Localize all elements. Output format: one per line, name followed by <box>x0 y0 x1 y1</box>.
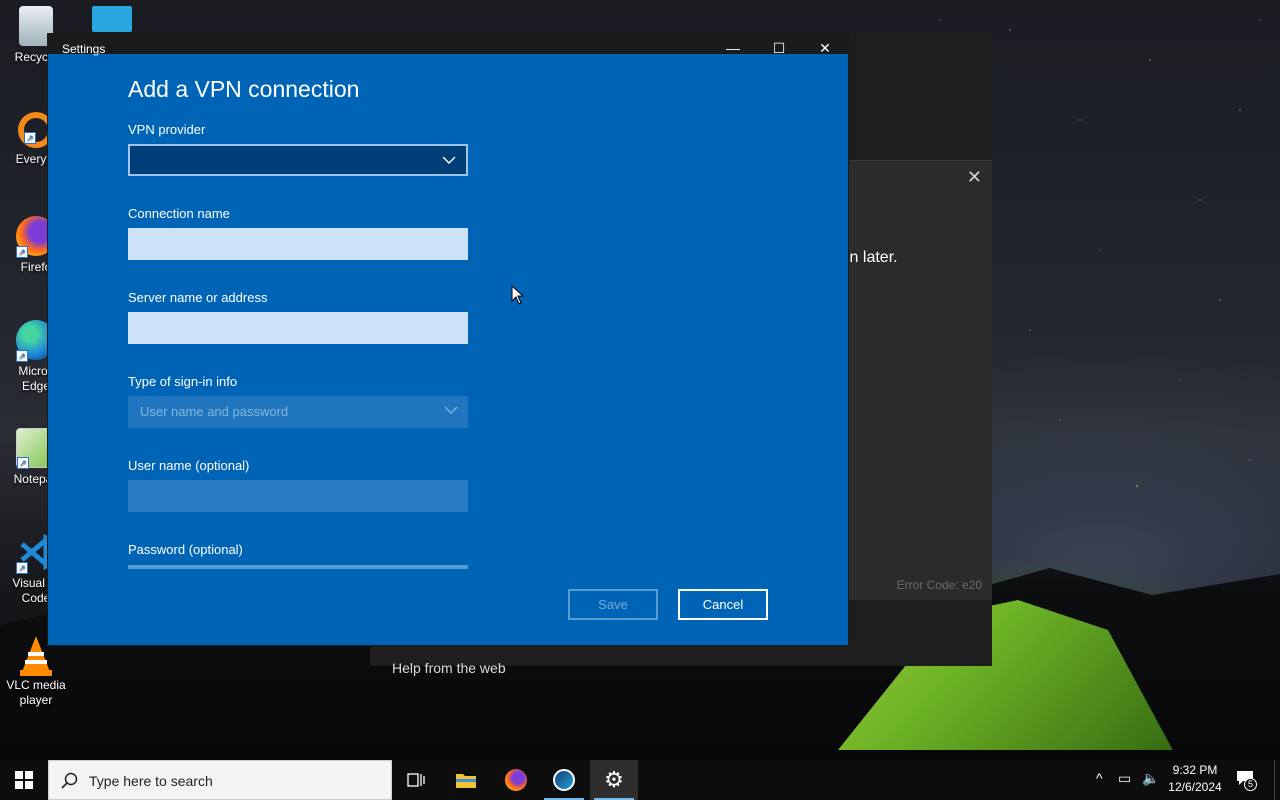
username-input[interactable] <box>128 480 468 512</box>
username-label: User name (optional) <box>128 458 250 473</box>
connection-name-input[interactable] <box>128 228 468 260</box>
search-icon <box>61 772 78 789</box>
password-input[interactable] <box>128 565 468 569</box>
firefox-taskbar-button[interactable] <box>492 760 540 800</box>
shortcut-arrow-icon: ↗ <box>16 246 28 258</box>
shortcut-arrow-icon: ↗ <box>17 457 29 469</box>
connection-name-label: Connection name <box>128 206 230 221</box>
chevron-down-icon <box>442 156 456 164</box>
sign-in-type-label: Type of sign-in info <box>128 374 238 389</box>
gear-icon: ⚙ <box>604 767 624 792</box>
window-title: Settings <box>62 42 106 56</box>
help-link[interactable]: Help from the web <box>392 660 506 676</box>
show-desktop-button[interactable] <box>1274 760 1280 800</box>
taskbar-search-box[interactable]: Type here to search <box>48 760 392 800</box>
taskbar: Type here to search ⚙ ^ ▭ 🔈 9:32 PM 12/6… <box>0 760 1280 800</box>
close-icon[interactable]: ✕ <box>967 167 982 188</box>
search-placeholder: Type here to search <box>89 773 213 789</box>
settings-taskbar-button[interactable]: ⚙ <box>590 760 638 800</box>
server-address-input[interactable] <box>128 312 468 344</box>
sign-in-type-value: User name and password <box>140 404 289 419</box>
chevron-up-icon[interactable]: ^ <box>1096 770 1103 786</box>
settings-window: Settings — ☐ ✕ Add a VPN connection VPN … <box>48 34 848 645</box>
desktop-icon-vlc[interactable]: VLC media player <box>0 634 72 708</box>
vpn-provider-label: VPN provider <box>128 122 206 137</box>
close-button[interactable]: ✕ <box>802 34 848 56</box>
shortcut-arrow-icon: ↗ <box>16 350 28 362</box>
maximize-button[interactable]: ☐ <box>756 34 802 56</box>
action-center-button[interactable]: 5 <box>1236 770 1260 792</box>
mouse-cursor-icon <box>511 285 525 305</box>
start-button[interactable] <box>0 760 48 800</box>
vpn-provider-select[interactable] <box>128 144 468 176</box>
clock-date: 12/6/2024 <box>1168 780 1222 794</box>
task-view-button[interactable] <box>392 760 440 800</box>
firefox-icon <box>505 769 527 791</box>
folder-icon <box>456 774 476 788</box>
task-view-icon <box>407 773 425 787</box>
shortcut-arrow-icon: ↗ <box>16 562 28 574</box>
notification-badge: 5 <box>1244 778 1257 791</box>
error-popup: ✕ in later. Error Code: e20 <box>846 160 992 600</box>
store-icon[interactable] <box>92 6 132 32</box>
clock[interactable]: 9:32 PM 12/6/2024 <box>1162 763 1228 794</box>
chevron-down-icon <box>444 406 458 414</box>
windows-logo-icon <box>15 771 33 789</box>
volume-muted-icon[interactable]: 🔈 <box>1142 770 1159 787</box>
steam-icon <box>553 769 575 791</box>
shortcut-arrow-icon: ↗ <box>24 132 36 144</box>
save-button[interactable]: Save <box>568 589 658 620</box>
password-label: Password (optional) <box>128 542 243 557</box>
cancel-button[interactable]: Cancel <box>678 589 768 620</box>
clock-time: 9:32 PM <box>1172 763 1218 777</box>
sign-in-type-select[interactable]: User name and password <box>128 396 468 428</box>
server-label: Server name or address <box>128 290 268 305</box>
error-code: Error Code: e20 <box>896 578 982 592</box>
desktop-icon-label: VLC media player <box>6 678 66 707</box>
dialog-title: Add a VPN connection <box>128 76 360 102</box>
minimize-button[interactable]: — <box>710 34 756 56</box>
title-bar[interactable]: Settings — ☐ ✕ <box>48 34 848 56</box>
steam-taskbar-button[interactable] <box>540 760 588 800</box>
file-explorer-button[interactable] <box>442 760 490 800</box>
error-message: in later. <box>846 249 898 266</box>
network-icon[interactable]: ▭ <box>1118 770 1131 787</box>
